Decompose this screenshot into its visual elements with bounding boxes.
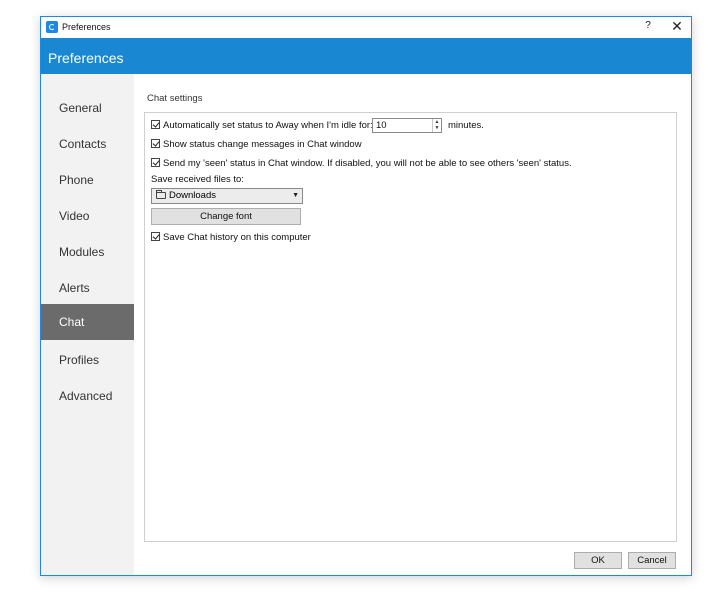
away-checkbox[interactable] [151, 120, 160, 129]
idle-minutes-spinbox[interactable]: 10 ▲ ▼ [372, 118, 442, 133]
section-title: Chat settings [147, 93, 203, 104]
sidebar-item-alerts[interactable]: Alerts [41, 270, 134, 306]
cancel-button[interactable]: Cancel [628, 552, 676, 569]
save-files-label: Save received files to: [151, 174, 244, 185]
folder-icon [156, 190, 166, 199]
seen-status-row: Send my 'seen' status in Chat window. If… [151, 158, 572, 169]
close-button[interactable]: ✕ [669, 18, 685, 34]
content-area: Chat settings Automatically set status t… [134, 74, 691, 575]
away-row: Automatically set status to Away when I'… [151, 118, 484, 133]
app-logo-icon [46, 21, 58, 33]
seen-status-checkbox[interactable] [151, 158, 160, 167]
away-label: Automatically set status to Away when I'… [163, 120, 373, 131]
sidebar-item-contacts[interactable]: Contacts [41, 126, 134, 162]
window-title: Preferences [62, 22, 111, 32]
sidebar-item-advanced[interactable]: Advanced [41, 378, 134, 414]
sidebar-item-profiles[interactable]: Profiles [41, 342, 134, 378]
sidebar: General Contacts Phone Video Modules Ale… [41, 74, 134, 575]
sidebar-item-chat[interactable]: Chat [41, 304, 134, 340]
ok-button[interactable]: OK [574, 552, 622, 569]
chat-settings-panel: Automatically set status to Away when I'… [144, 112, 677, 542]
sidebar-item-general[interactable]: General [41, 90, 134, 126]
idle-minutes-value: 10 [376, 120, 387, 131]
change-font-button[interactable]: Change font [151, 208, 301, 225]
save-history-row: Save Chat history on this computer [151, 232, 311, 243]
title-bar: Preferences ? ✕ [41, 17, 691, 38]
sidebar-item-modules[interactable]: Modules [41, 234, 134, 270]
preferences-window: Preferences ? ✕ Preferences General Cont… [40, 16, 692, 576]
chevron-down-icon: ▼ [292, 192, 299, 199]
sidebar-item-phone[interactable]: Phone [41, 162, 134, 198]
save-history-checkbox[interactable] [151, 232, 160, 241]
page-title: Preferences [48, 50, 124, 66]
spin-arrows-icon[interactable]: ▲ ▼ [432, 119, 441, 132]
sidebar-item-video[interactable]: Video [41, 198, 134, 234]
save-history-label: Save Chat history on this computer [163, 232, 311, 243]
seen-status-label: Send my 'seen' status in Chat window. If… [163, 158, 572, 169]
status-messages-label: Show status change messages in Chat wind… [163, 139, 362, 150]
save-folder-dropdown[interactable]: Downloads ▼ [151, 188, 303, 204]
help-button[interactable]: ? [641, 20, 655, 34]
minutes-label: minutes. [448, 120, 484, 131]
page-header: Preferences [41, 38, 691, 74]
save-folder-value: Downloads [169, 190, 216, 201]
status-messages-row: Show status change messages in Chat wind… [151, 139, 362, 150]
status-messages-checkbox[interactable] [151, 139, 160, 148]
